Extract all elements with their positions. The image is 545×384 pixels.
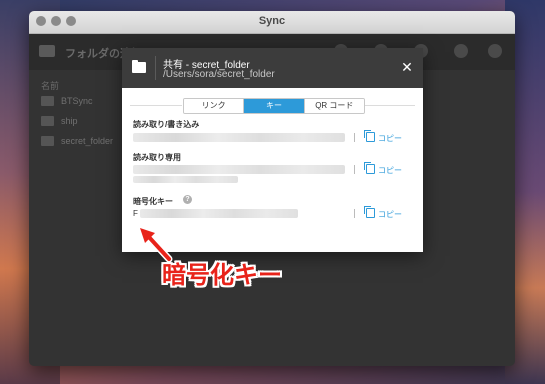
read-only-key-field[interactable]: [133, 165, 345, 174]
copy-icon: [364, 206, 375, 218]
copy-icon: [364, 130, 375, 142]
encryption-key-prefix: F: [133, 209, 138, 218]
tab-key[interactable]: キー: [243, 99, 304, 113]
folder-icon: [41, 136, 54, 146]
header-divider: [155, 56, 156, 80]
window-title: Sync: [258, 15, 286, 27]
dialog-header: 共有 - secret_folder /Users/sora/secret_fo…: [122, 48, 423, 88]
gear-icon[interactable]: [488, 44, 502, 58]
encryption-key-label: 暗号化キー: [133, 197, 173, 206]
tab-divider-left: [130, 105, 182, 106]
copy-label: コピー: [378, 166, 402, 175]
read-only-key-field-continued: [133, 176, 238, 183]
title-bar: Sync: [29, 11, 515, 34]
read-write-label: 読み取り/書き込み: [133, 120, 200, 129]
field-divider: [354, 133, 355, 142]
folder-name: ship: [61, 116, 78, 126]
devices-icon[interactable]: [454, 44, 468, 58]
folder-icon: [41, 116, 54, 126]
share-dialog: 共有 - secret_folder /Users/sora/secret_fo…: [122, 48, 423, 252]
tab-divider-right: [365, 105, 415, 106]
field-divider: [354, 209, 355, 218]
add-folder-icon[interactable]: [39, 45, 55, 57]
tab-bar: リンク キー QR コード: [183, 98, 365, 114]
encryption-key-field[interactable]: [140, 209, 298, 218]
folder-icon: [132, 60, 146, 73]
copy-label: コピー: [378, 134, 402, 143]
folder-name: BTSync: [61, 96, 93, 106]
folder-icon: [41, 96, 54, 106]
field-divider: [354, 165, 355, 174]
folder-name: secret_folder: [61, 136, 114, 146]
copy-read-only-button[interactable]: コピー: [364, 162, 402, 176]
close-icon[interactable]: ✕: [400, 60, 414, 74]
copy-read-write-button[interactable]: コピー: [364, 130, 402, 144]
copy-icon: [364, 162, 375, 174]
help-icon[interactable]: ?: [183, 195, 192, 204]
tab-qr-code[interactable]: QR コード: [303, 99, 364, 113]
dialog-folder-path: /Users/sora/secret_folder: [163, 69, 275, 80]
annotation-label: 暗号化キー: [162, 261, 282, 289]
list-header-name: 名前: [41, 81, 60, 91]
copy-label: コピー: [378, 210, 402, 219]
tab-link[interactable]: リンク: [184, 99, 244, 113]
copy-encryption-key-button[interactable]: コピー: [364, 206, 402, 220]
read-write-key-field[interactable]: [133, 133, 345, 142]
read-only-label: 読み取り専用: [133, 153, 181, 162]
